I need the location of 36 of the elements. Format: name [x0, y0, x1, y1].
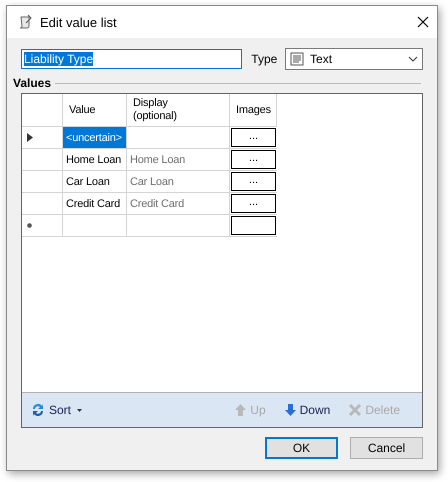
table-cell[interactable]: Car Loan — [63, 171, 127, 193]
images-button[interactable]: ... — [231, 194, 276, 213]
up-arrow-icon — [234, 403, 248, 417]
column-header[interactable]: Display (optional) — [133, 97, 177, 123]
column-header[interactable]: Images — [236, 104, 271, 116]
dropdown-arrow-icon — [77, 408, 82, 412]
table-cell[interactable]: <uncertain> — [63, 127, 127, 149]
type-dropdown[interactable]: Text — [285, 48, 423, 70]
images-button[interactable]: ... — [231, 128, 276, 147]
images-button[interactable] — [231, 216, 276, 235]
list-icon — [290, 52, 304, 66]
cancel-button[interactable]: Cancel — [350, 437, 423, 459]
close-icon[interactable] — [417, 16, 429, 28]
table-cell[interactable]: Home Loan — [63, 149, 127, 171]
section-heading: Values — [13, 76, 52, 90]
refresh-icon — [30, 402, 46, 418]
column-header[interactable]: Value — [69, 104, 96, 116]
window-title: Edit value list — [40, 14, 118, 30]
table-cell[interactable]: Credit Card — [127, 193, 230, 215]
table-cell[interactable]: Credit Card — [63, 193, 127, 215]
delete-icon — [348, 403, 362, 417]
table-cell[interactable] — [127, 127, 230, 149]
type-label: Type — [251, 52, 278, 66]
images-button[interactable]: ... — [231, 150, 276, 169]
down-arrow-icon — [284, 403, 297, 417]
images-button[interactable]: ... — [231, 172, 276, 191]
table-cell[interactable] — [127, 215, 230, 237]
chevron-icon — [408, 56, 418, 62]
sort-button[interactable]: Sort — [28, 400, 84, 420]
scroll-icon — [17, 14, 33, 30]
table-cell[interactable]: Car Loan — [127, 171, 230, 193]
ok-button[interactable]: OK — [265, 437, 338, 459]
table-cell[interactable]: Home Loan — [127, 149, 230, 171]
table-cell[interactable] — [63, 215, 127, 237]
name-field[interactable]: Liability Type — [21, 49, 242, 69]
toolbar-button[interactable]: Down — [282, 401, 332, 419]
